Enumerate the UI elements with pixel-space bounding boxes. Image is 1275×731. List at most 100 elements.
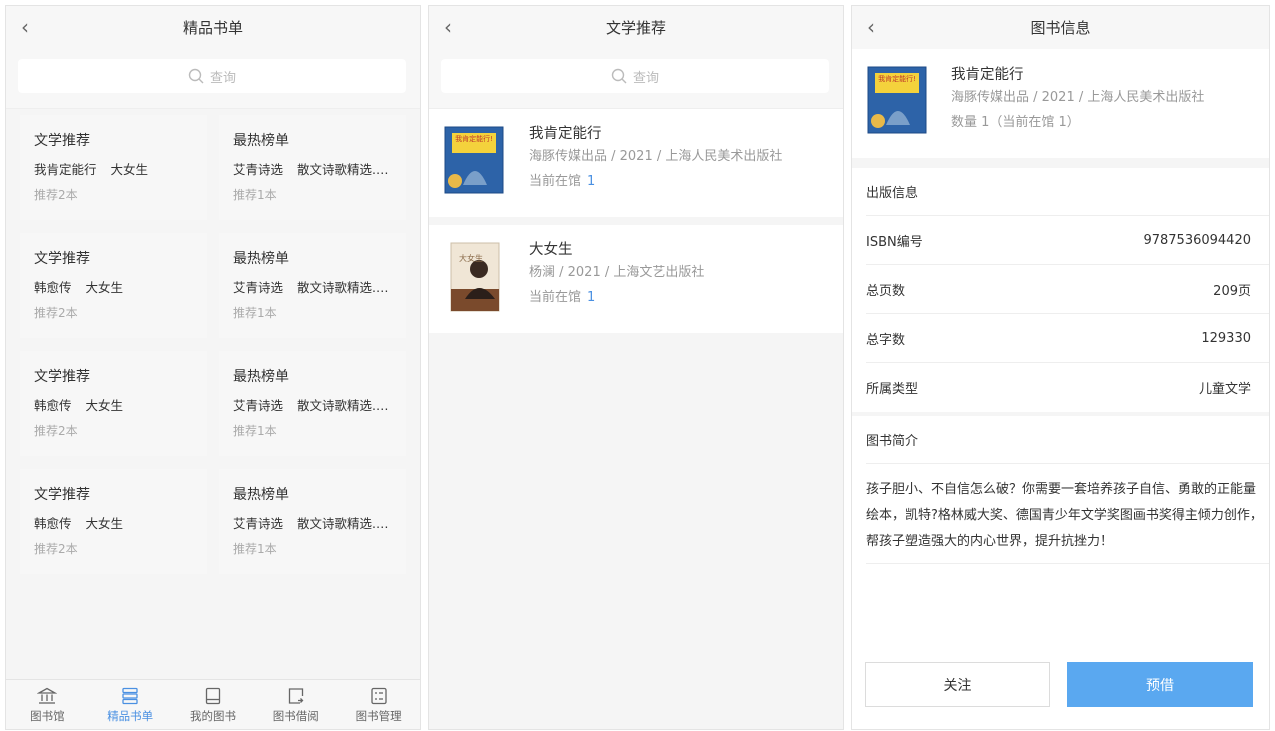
card-book: 韩愈传 <box>34 398 72 413</box>
book-header: 我肯定能行! 我肯定能行 海豚传媒出品 / 2021 / 上海人民美术出版社 数… <box>852 49 1269 158</box>
search-icon <box>611 68 627 84</box>
card-title: 文学推荐 <box>34 487 90 503</box>
card-book: 大女生 <box>85 398 124 413</box>
page-title: 图书信息 <box>1030 19 1091 37</box>
detail-label: 总字数 <box>866 332 906 348</box>
card-book: 艾青诗选 <box>233 162 284 177</box>
back-icon[interactable]: ‹ <box>439 16 457 38</box>
card-count: 推荐2本 <box>34 188 78 202</box>
card-count: 推荐1本 <box>233 188 277 202</box>
tab-library[interactable]: 图书馆 <box>6 680 89 729</box>
book-title: 我肯定能行 <box>529 126 602 142</box>
intro-section: 图书简介 孩子胆小、不自信怎么破？你需要一套培养孩子自信、勇敢的正能量绘本，凯特… <box>852 416 1269 661</box>
card-books: 艾青诗选 散文诗歌精选... <box>233 161 392 179</box>
cover-title-text: 大女生 <box>459 253 483 263</box>
tab-manage[interactable]: 图书管理 <box>337 680 420 729</box>
back-icon[interactable]: ‹ <box>862 16 880 38</box>
card-books: 韩愈传 大女生 <box>34 515 193 533</box>
detail-row-category: 所属类型 儿童文学 <box>866 363 1269 412</box>
card-book: 韩愈传 <box>34 280 72 295</box>
book-title: 大女生 <box>529 242 573 258</box>
back-icon[interactable]: ‹ <box>16 16 34 38</box>
card-books: 我肯定能行 大女生 <box>34 161 193 179</box>
section-title: 出版信息 <box>866 168 1269 216</box>
search-input[interactable]: 查询 <box>18 59 406 93</box>
book-cover-image: 大女生 <box>450 242 500 312</box>
card-books: 艾青诗选 散文诗歌精选... <box>233 397 392 415</box>
detail-row-pages: 总页数 209页 <box>866 265 1269 314</box>
card-title: 文学推荐 <box>34 369 90 385</box>
tab-bar: 图书馆 精品书单 我的图书 图书借阅 图书管理 <box>6 679 420 729</box>
card-title: 最热榜单 <box>233 133 289 149</box>
detail-value: 129330 <box>1201 330 1251 346</box>
book-title: 我肯定能行 <box>951 67 1024 83</box>
search-input[interactable]: 查询 <box>441 59 829 93</box>
stock-count: 1 <box>587 174 596 189</box>
booklist-card[interactable]: 最热榜单 艾青诗选 散文诗歌精选... 推荐1本 <box>219 233 406 338</box>
booklist-grid: 文学推荐 我肯定能行 大女生 推荐2本 最热榜单 艾青诗选 散文诗歌精选... 推荐… <box>20 115 406 574</box>
action-bar: 关注 预借 <box>852 659 1269 729</box>
tab-label: 图书管理 <box>355 708 402 723</box>
search-placeholder: 查询 <box>632 70 659 86</box>
tab-label: 精品书单 <box>107 708 154 723</box>
card-title: 文学推荐 <box>34 251 90 267</box>
booklist-card[interactable]: 文学推荐 韩愈传 大女生 推荐2本 <box>20 351 207 456</box>
booklist-card[interactable]: 最热榜单 艾青诗选 散文诗歌精选... 推荐1本 <box>219 469 406 574</box>
detail-value: 9787536094420 <box>1143 232 1251 248</box>
follow-button[interactable]: 关注 <box>865 662 1050 707</box>
card-books: 韩愈传 大女生 <box>34 279 193 297</box>
card-book: 韩愈传 <box>34 516 72 531</box>
book-meta: 我肯定能行 海豚传媒出品 / 2021 / 上海人民美术出版社 数量 1（当前在… <box>951 64 1204 134</box>
book-meta: 我肯定能行 海豚传媒出品 / 2021 / 上海人民美术出版社 当前在馆 1 <box>529 123 833 193</box>
card-book: 艾青诗选 <box>233 516 284 531</box>
book-list: 我肯定能行! 我肯定能行 海豚传媒出品 / 2021 / 上海人民美术出版社 当… <box>429 109 843 341</box>
booklist-card[interactable]: 最热榜单 艾青诗选 散文诗歌精选... 推荐1本 <box>219 115 406 220</box>
detail-label: 总页数 <box>866 283 906 299</box>
book-list-item[interactable]: 我肯定能行! 我肯定能行 海豚传媒出品 / 2021 / 上海人民美术出版社 当… <box>429 109 843 217</box>
card-count: 推荐1本 <box>233 306 277 320</box>
card-books: 艾青诗选 散文诗歌精选... <box>233 279 392 297</box>
book-list-item[interactable]: 大女生 大女生 杨澜 / 2021 / 上海文艺出版社 当前在馆 1 <box>429 225 843 333</box>
detail-label: 所属类型 <box>866 382 919 397</box>
booklist-card[interactable]: 文学推荐 韩愈传 大女生 推荐2本 <box>20 469 207 574</box>
search-area: 查询 <box>6 49 420 109</box>
booklist-icon <box>121 686 139 706</box>
detail-row-isbn: ISBN编号 9787536094420 <box>866 216 1269 265</box>
nav-bar: ‹ 文学推荐 <box>429 6 843 49</box>
card-book: 大女生 <box>110 162 149 177</box>
card-book: 我肯定能行 <box>34 162 97 177</box>
search-area: 查询 <box>429 49 843 109</box>
cover-title-text: 我肯定能行! <box>455 134 493 143</box>
tab-label: 图书馆 <box>30 708 65 723</box>
manage-icon <box>370 686 388 706</box>
booklist-card[interactable]: 文学推荐 我肯定能行 大女生 推荐2本 <box>20 115 207 220</box>
detail-row-words: 总字数 129330 <box>866 314 1269 363</box>
tab-borrow[interactable]: 图书借阅 <box>254 680 337 729</box>
reserve-button[interactable]: 预借 <box>1067 662 1253 707</box>
nav-bar: ‹ 精品书单 <box>6 6 420 49</box>
detail-value: 儿童文学 <box>1198 382 1251 397</box>
cover-title-text: 我肯定能行! <box>878 74 916 83</box>
book-intro: 孩子胆小、不自信怎么破？你需要一套培养孩子自信、勇敢的正能量绘本，凯特?格林威大… <box>866 464 1269 564</box>
stock-count: 1 <box>587 290 596 305</box>
book-detail-screen: ‹ 图书信息 我肯定能行! 我肯定能行 海豚传媒出品 / 2021 / 上海人民… <box>851 5 1270 730</box>
book-cover-image: 我肯定能行! <box>867 66 927 134</box>
card-title: 最热榜单 <box>233 369 289 385</box>
borrow-icon <box>287 686 305 706</box>
book-publisher: 海豚传媒出品 / 2021 / 上海人民美术出版社 <box>951 90 1205 105</box>
book-cover-image: 我肯定能行! <box>444 126 504 194</box>
card-book: 大女生 <box>85 280 124 295</box>
search-placeholder: 查询 <box>209 70 236 86</box>
booklist-card[interactable]: 最热榜单 艾青诗选 散文诗歌精选... 推荐1本 <box>219 351 406 456</box>
publish-info-section: 出版信息 ISBN编号 9787536094420 总页数 209页 总字数 1… <box>852 168 1269 412</box>
book-stock: 当前在馆 1 <box>529 171 833 193</box>
tab-label: 图书借阅 <box>272 708 319 723</box>
book-publisher: 杨澜 / 2021 / 上海文艺出版社 <box>529 265 705 280</box>
tab-booklist[interactable]: 精品书单 <box>89 680 172 729</box>
booklist-card[interactable]: 文学推荐 韩愈传 大女生 推荐2本 <box>20 233 207 338</box>
tab-my-books[interactable]: 我的图书 <box>172 680 255 729</box>
card-count: 推荐1本 <box>233 542 277 556</box>
search-icon <box>188 68 204 84</box>
card-title: 文学推荐 <box>34 133 90 149</box>
stock-label: 当前在馆 <box>529 290 582 305</box>
